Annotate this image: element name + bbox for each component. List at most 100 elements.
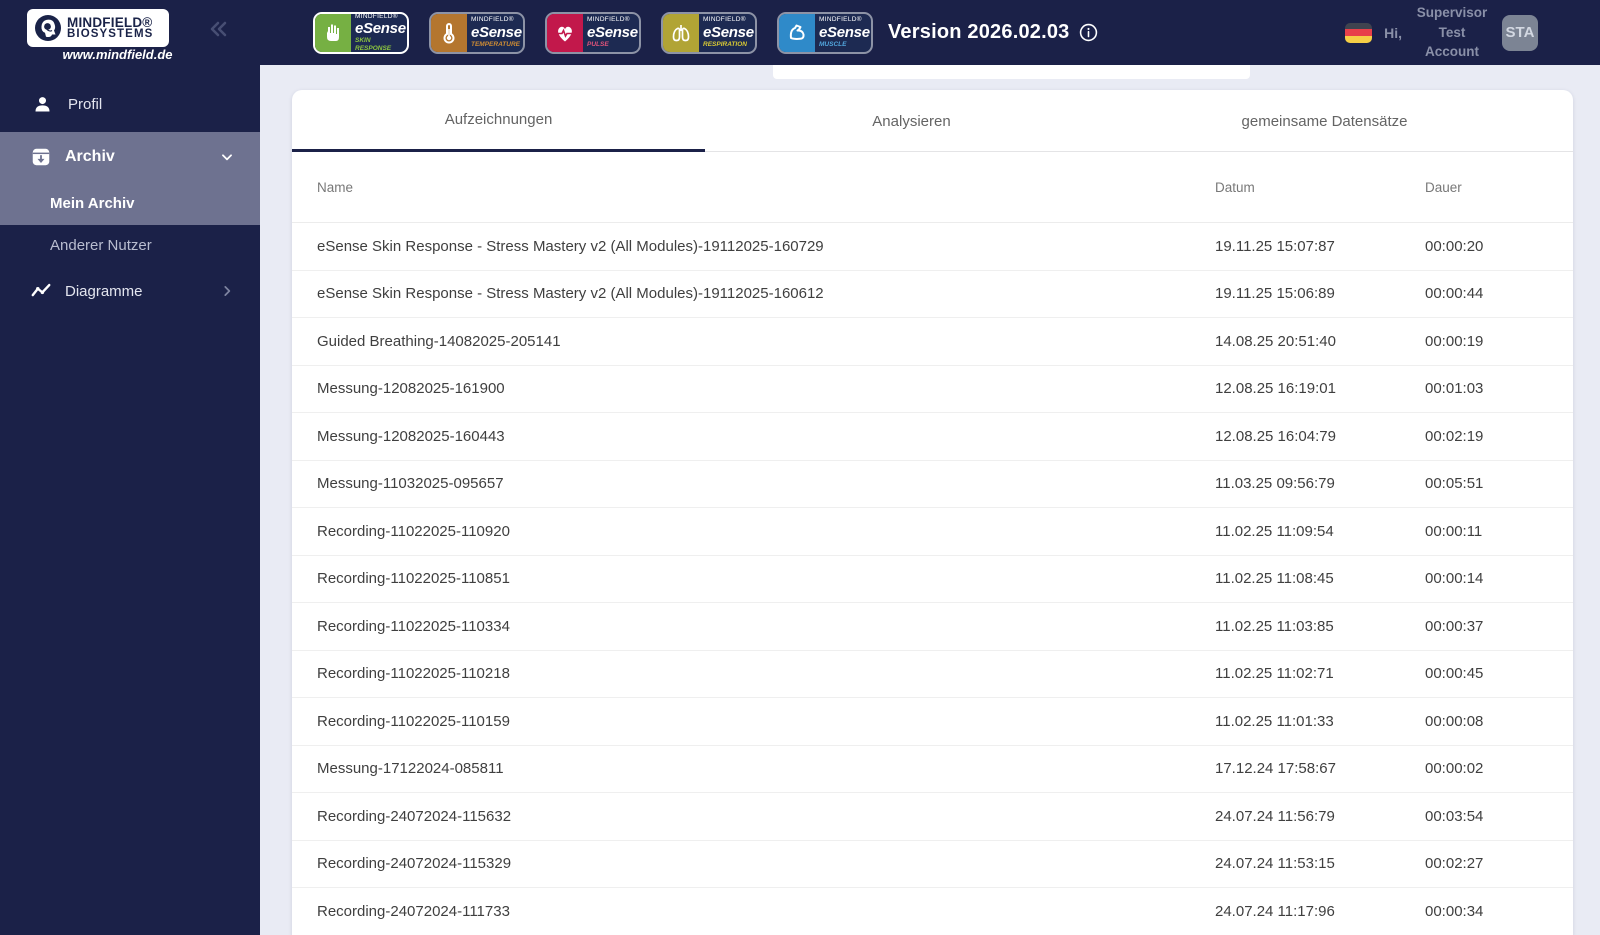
recording-dauer: 00:01:03 <box>1425 380 1484 398</box>
badge-esense-skin-response[interactable]: MINDFIELD® eSense SKIN RESPONSE <box>313 11 409 54</box>
recording-datum: 14.08.25 20:51:40 <box>1215 332 1336 350</box>
recording-datum: 11.03.25 09:56:79 <box>1215 475 1335 493</box>
recording-datum: 11.02.25 11:02:71 <box>1215 665 1334 683</box>
table-row[interactable]: Recording-11022025-110218 11.02.25 11:02… <box>292 651 1573 698</box>
recording-name: Recording-24072024-115329 <box>317 855 512 873</box>
table-row[interactable]: Recording-11022025-110334 11.02.25 11:03… <box>292 603 1573 651</box>
column-header-datum[interactable]: Datum <box>1215 180 1425 195</box>
recording-name: Recording-11022025-110920 <box>317 522 510 540</box>
recording-datum: 24.07.24 11:17:96 <box>1215 902 1335 920</box>
sidebar-item-diagramme[interactable]: Diagramme <box>0 272 260 310</box>
table-row[interactable]: eSense Skin Response - Stress Mastery v2… <box>292 223 1573 271</box>
recording-datum: 24.07.24 11:53:15 <box>1215 855 1335 873</box>
mindfield-logo[interactable]: MINDFIELD® BIOSYSTEMS <box>27 9 169 47</box>
table-row[interactable]: Messung-17122024-085811 17.12.24 17:58:6… <box>292 746 1573 793</box>
recording-name: Messung-12082025-161900 <box>317 380 505 398</box>
recording-dauer: 00:02:19 <box>1425 427 1484 445</box>
lungs-icon <box>663 13 699 52</box>
badge-esense-respiration[interactable]: MINDFIELD® eSense RESPIRATION <box>661 11 757 54</box>
recording-name: Recording-11022025-110218 <box>317 665 510 683</box>
badge-product: RESPIRATION <box>703 41 747 49</box>
badge-esense-muscle[interactable]: MINDFIELD® eSense MUSCLE <box>777 11 873 54</box>
sidebar-item-label: Archiv <box>65 148 115 165</box>
column-header-name[interactable]: Name <box>292 180 1215 195</box>
badge-name: eSense <box>587 23 638 41</box>
badge-esense-temperature[interactable]: MINDFIELD® eSense TEMPERATURE <box>429 11 525 54</box>
tab-gemeinsame-datensaetze[interactable]: gemeinsame Datensätze <box>1118 90 1531 152</box>
table-row[interactable]: Messung-11032025-095657 11.03.25 09:56:7… <box>292 461 1573 508</box>
recording-dauer: 00:00:34 <box>1425 902 1484 920</box>
recording-name: eSense Skin Response - Stress Mastery v2… <box>317 237 824 255</box>
thermometer-icon <box>431 13 467 52</box>
sidebar-item-archiv[interactable]: Archiv <box>0 132 260 182</box>
column-header-dauer[interactable]: Dauer <box>1425 180 1573 195</box>
recording-datum: 19.11.25 15:06:89 <box>1215 285 1335 303</box>
table-row[interactable]: Recording-24072024-115329 24.07.24 11:53… <box>292 841 1573 888</box>
badge-product: PULSE <box>587 41 609 49</box>
recording-dauer: 00:03:54 <box>1425 807 1484 825</box>
table-body: eSense Skin Response - Stress Mastery v2… <box>292 223 1573 935</box>
recording-datum: 17.12.24 17:58:67 <box>1215 760 1336 778</box>
recording-name: Messung-12082025-160443 <box>317 427 505 445</box>
recording-datum: 11.02.25 11:03:85 <box>1215 617 1334 635</box>
sidebar-item-anderer-nutzer[interactable]: Anderer Nutzer <box>0 228 260 262</box>
badge-brand: MINDFIELD® <box>471 16 514 24</box>
archive-icon <box>30 146 52 168</box>
version-label: Version 2026.02.03 <box>888 21 1070 43</box>
recording-datum: 11.02.25 11:08:45 <box>1215 570 1334 588</box>
badge-name: eSense <box>703 23 754 41</box>
recording-name: eSense Skin Response - Stress Mastery v2… <box>317 285 824 303</box>
sidebar: MINDFIELD® BIOSYSTEMS www.mindfield.de P… <box>0 0 260 935</box>
table-row[interactable]: Recording-11022025-110159 11.02.25 11:01… <box>292 698 1573 746</box>
recording-datum: 11.02.25 11:01:33 <box>1215 712 1334 730</box>
account-area: Hi, Supervisor Test Account STA <box>1345 3 1600 62</box>
recording-dauer: 00:00:20 <box>1425 237 1484 255</box>
badge-product: SKIN RESPONSE <box>355 37 392 52</box>
info-icon[interactable] <box>1079 23 1098 42</box>
table-row[interactable]: Recording-24072024-115632 24.07.24 11:56… <box>292 793 1573 841</box>
person-icon <box>32 94 53 115</box>
recording-name: Recording-24072024-111733 <box>317 902 510 920</box>
top-header: MINDFIELD® eSense SKIN RESPONSE MINDFIEL… <box>260 0 1600 65</box>
recording-datum: 11.02.25 11:09:54 <box>1215 522 1334 540</box>
tab-analysieren[interactable]: Analysieren <box>705 90 1118 152</box>
sidebar-archiv-group: Archiv Mein Archiv <box>0 132 260 225</box>
table-row[interactable]: eSense Skin Response - Stress Mastery v2… <box>292 271 1573 318</box>
german-flag-icon[interactable] <box>1345 22 1373 43</box>
table-row[interactable]: Messung-12082025-160443 12.08.25 16:04:7… <box>292 413 1573 461</box>
table-row[interactable]: Messung-12082025-161900 12.08.25 16:19:0… <box>292 366 1573 413</box>
account-name: Supervisor Test Account <box>1416 5 1488 60</box>
recording-dauer: 00:00:02 <box>1425 760 1484 778</box>
table-row[interactable]: Recording-11022025-110851 11.02.25 11:08… <box>292 556 1573 603</box>
sidebar-item-mein-archiv[interactable]: Mein Archiv <box>0 182 260 225</box>
logo-url: www.mindfield.de <box>62 47 173 62</box>
sidebar-item-label: Mein Archiv <box>50 195 135 212</box>
table-row[interactable]: Recording-11022025-110920 11.02.25 11:09… <box>292 508 1573 556</box>
badge-product: TEMPERATURE <box>471 41 520 49</box>
recording-dauer: 00:00:37 <box>1425 617 1484 635</box>
greeting-label: Hi, <box>1384 24 1402 41</box>
sidebar-item-label: Anderer Nutzer <box>50 236 152 254</box>
sidebar-item-label: Profil <box>68 95 103 113</box>
table-row[interactable]: Guided Breathing-14082025-205141 14.08.2… <box>292 318 1573 366</box>
tab-bar: Aufzeichnungen Analysieren gemeinsame Da… <box>292 90 1573 152</box>
recording-dauer: 00:00:14 <box>1425 570 1484 588</box>
recording-dauer: 00:00:11 <box>1425 522 1483 540</box>
badge-esense-pulse[interactable]: MINDFIELD® eSense PULSE <box>545 11 641 54</box>
tab-aufzeichnungen[interactable]: Aufzeichnungen <box>292 90 705 152</box>
recording-dauer: 00:05:51 <box>1425 475 1484 493</box>
badge-brand: MINDFIELD® <box>703 16 746 24</box>
chevron-down-icon <box>220 150 234 164</box>
badge-name: eSense <box>471 23 522 41</box>
logo-text: MINDFIELD® BIOSYSTEMS <box>67 15 153 41</box>
table-row[interactable]: Recording-24072024-111733 24.07.24 11:17… <box>292 888 1573 935</box>
chevron-right-icon <box>220 284 234 298</box>
recording-datum: 24.07.24 11:56:79 <box>1215 807 1335 825</box>
sidebar-item-profil[interactable]: Profil <box>0 88 260 120</box>
archive-card: Aufzeichnungen Analysieren gemeinsame Da… <box>292 90 1573 935</box>
sidebar-collapse-button[interactable] <box>206 17 230 41</box>
recording-name: Recording-11022025-110851 <box>317 570 510 588</box>
hand-icon <box>315 13 351 52</box>
avatar[interactable]: STA <box>1502 14 1538 51</box>
recording-name: Recording-11022025-110159 <box>317 712 510 730</box>
